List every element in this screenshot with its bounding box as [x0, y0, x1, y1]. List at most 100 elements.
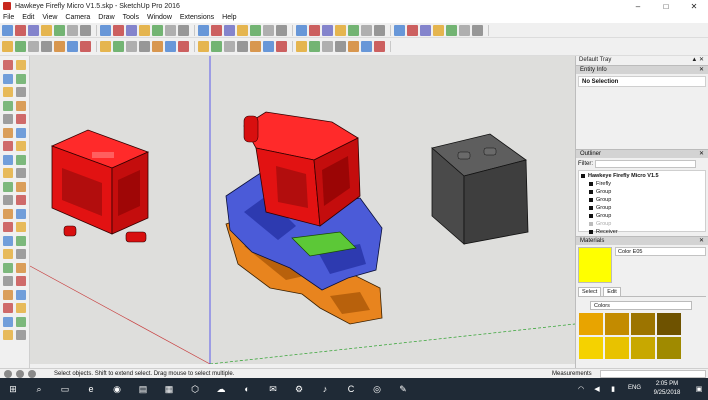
toolbar-tool-icon[interactable]: [374, 24, 385, 36]
drawing-tool-icon[interactable]: [3, 154, 13, 165]
outliner-item[interactable]: Hawkeye Firefly Micro V1.5: [581, 172, 703, 180]
toolbar-tool-icon[interactable]: [276, 41, 287, 52]
drawing-tool-icon[interactable]: [3, 289, 13, 300]
toolbar-tool-icon[interactable]: [54, 24, 65, 36]
close-icon[interactable]: ✕: [680, 0, 708, 12]
toolbar-tool-icon[interactable]: [348, 24, 359, 36]
drawing-tool-icon[interactable]: [3, 73, 13, 84]
material-swatch[interactable]: [657, 313, 681, 335]
toolbar-tool-icon[interactable]: [459, 24, 470, 36]
toolbar-tool-icon[interactable]: [100, 41, 111, 52]
drawing-tool-icon[interactable]: [16, 235, 26, 246]
drawing-tool-icon[interactable]: [3, 114, 13, 124]
toolbar-tool-icon[interactable]: [420, 24, 431, 36]
drawing-tool-icon[interactable]: [3, 195, 13, 205]
settings-icon[interactable]: ⚙: [292, 382, 306, 396]
drawing-tool-icon[interactable]: [3, 100, 13, 111]
toolbar-tool-icon[interactable]: [224, 41, 235, 52]
app-icon[interactable]: ☁: [214, 382, 228, 396]
toolbar-tool-icon[interactable]: [446, 24, 457, 36]
material-swatch[interactable]: [579, 313, 603, 335]
material-swatch[interactable]: [605, 337, 629, 359]
app-icon[interactable]: ✎: [396, 382, 410, 396]
toolbar-tool-icon[interactable]: [41, 41, 52, 52]
toolbar-tool-icon[interactable]: [28, 41, 39, 52]
material-swatch[interactable]: [579, 337, 603, 359]
mail-icon[interactable]: ✉: [266, 382, 280, 396]
app-icon[interactable]: ◎: [370, 382, 384, 396]
toolbar-tool-icon[interactable]: [394, 24, 405, 36]
drawing-tool-icon[interactable]: [3, 127, 13, 138]
toolbar-tool-icon[interactable]: [211, 24, 222, 36]
toolbar-tool-icon[interactable]: [139, 24, 150, 36]
toolbar-tool-icon[interactable]: [54, 41, 65, 52]
toolbar-tool-icon[interactable]: [2, 24, 13, 36]
toolbar-tool-icon[interactable]: [126, 41, 137, 52]
toolbar-tool-icon[interactable]: [165, 41, 176, 52]
app-icon[interactable]: ◐: [240, 382, 254, 396]
drawing-tool-icon[interactable]: [16, 208, 26, 219]
toolbar-tool-icon[interactable]: [361, 41, 372, 52]
drawing-tool-icon[interactable]: [16, 181, 26, 192]
outliner-item[interactable]: Group: [581, 212, 703, 220]
drawing-tool-icon[interactable]: [3, 303, 13, 313]
drawing-tool-icon[interactable]: [16, 60, 26, 70]
toolbar-tool-icon[interactable]: [322, 41, 333, 52]
toolbar-tool-icon[interactable]: [152, 41, 163, 52]
drawing-tool-icon[interactable]: [3, 141, 13, 151]
drawing-tool-icon[interactable]: [3, 181, 13, 192]
toolbar-tool-icon[interactable]: [15, 24, 26, 36]
toolbar-tool-icon[interactable]: [178, 24, 189, 36]
toolbar-tool-icon[interactable]: [67, 41, 78, 52]
edge-icon[interactable]: e: [84, 382, 98, 396]
toolbar-tool-icon[interactable]: [296, 24, 307, 36]
outliner-item[interactable]: Group: [581, 188, 703, 196]
app-icon[interactable]: ⬡: [188, 382, 202, 396]
toolbar-tool-icon[interactable]: [309, 24, 320, 36]
drawing-tool-icon[interactable]: [3, 235, 13, 246]
drawing-tool-icon[interactable]: [16, 249, 26, 259]
drawing-tool-icon[interactable]: [16, 316, 26, 327]
menu-help[interactable]: Help: [222, 14, 236, 21]
toolbar-tool-icon[interactable]: [322, 24, 333, 36]
toolbar-tool-icon[interactable]: [178, 41, 189, 52]
toolbar-tool-icon[interactable]: [15, 41, 26, 52]
toolbar-tool-icon[interactable]: [237, 41, 248, 52]
maximize-icon[interactable]: □: [652, 0, 680, 12]
material-swatch[interactable]: [631, 337, 655, 359]
panel-close-icon[interactable]: ✕: [699, 150, 704, 159]
app-icon[interactable]: C: [344, 382, 358, 396]
drawing-tool-icon[interactable]: [16, 262, 26, 273]
toolbar-tool-icon[interactable]: [28, 24, 39, 36]
drawing-tool-icon[interactable]: [16, 127, 26, 138]
tab-select[interactable]: Select: [578, 287, 602, 296]
drawing-tool-icon[interactable]: [16, 289, 26, 300]
toolbar-tool-icon[interactable]: [67, 24, 78, 36]
drawing-tool-icon[interactable]: [3, 60, 13, 70]
drawing-tool-icon[interactable]: [3, 330, 13, 340]
drawing-tool-icon[interactable]: [3, 249, 13, 259]
menu-view[interactable]: View: [42, 14, 57, 21]
material-swatch[interactable]: [631, 313, 655, 335]
drawing-tool-icon[interactable]: [16, 195, 26, 205]
outliner-item[interactable]: Firefly: [581, 180, 703, 188]
material-name-field[interactable]: Color E05: [615, 247, 706, 256]
toolbar-tool-icon[interactable]: [2, 41, 13, 52]
toolbar-tool-icon[interactable]: [211, 41, 222, 52]
toolbar-tool-icon[interactable]: [348, 41, 359, 52]
menu-file[interactable]: File: [3, 14, 14, 21]
toolbar-tool-icon[interactable]: [263, 24, 274, 36]
drawing-tool-icon[interactable]: [16, 114, 26, 124]
grey-camera-block[interactable]: [431, 133, 529, 245]
menu-extensions[interactable]: Extensions: [180, 14, 214, 21]
toolbar-tool-icon[interactable]: [41, 24, 52, 36]
toolbar-tool-icon[interactable]: [80, 24, 91, 36]
media-icon[interactable]: ♪: [318, 382, 332, 396]
tab-edit[interactable]: Edit: [603, 287, 621, 296]
menu-camera[interactable]: Camera: [65, 14, 90, 21]
drawing-tool-icon[interactable]: [16, 303, 26, 313]
store-icon[interactable]: ▦: [162, 382, 176, 396]
outliner-item[interactable]: Receiver: [581, 228, 703, 236]
red-camera-mount-left[interactable]: [50, 129, 150, 243]
toolbar-tool-icon[interactable]: [139, 41, 150, 52]
